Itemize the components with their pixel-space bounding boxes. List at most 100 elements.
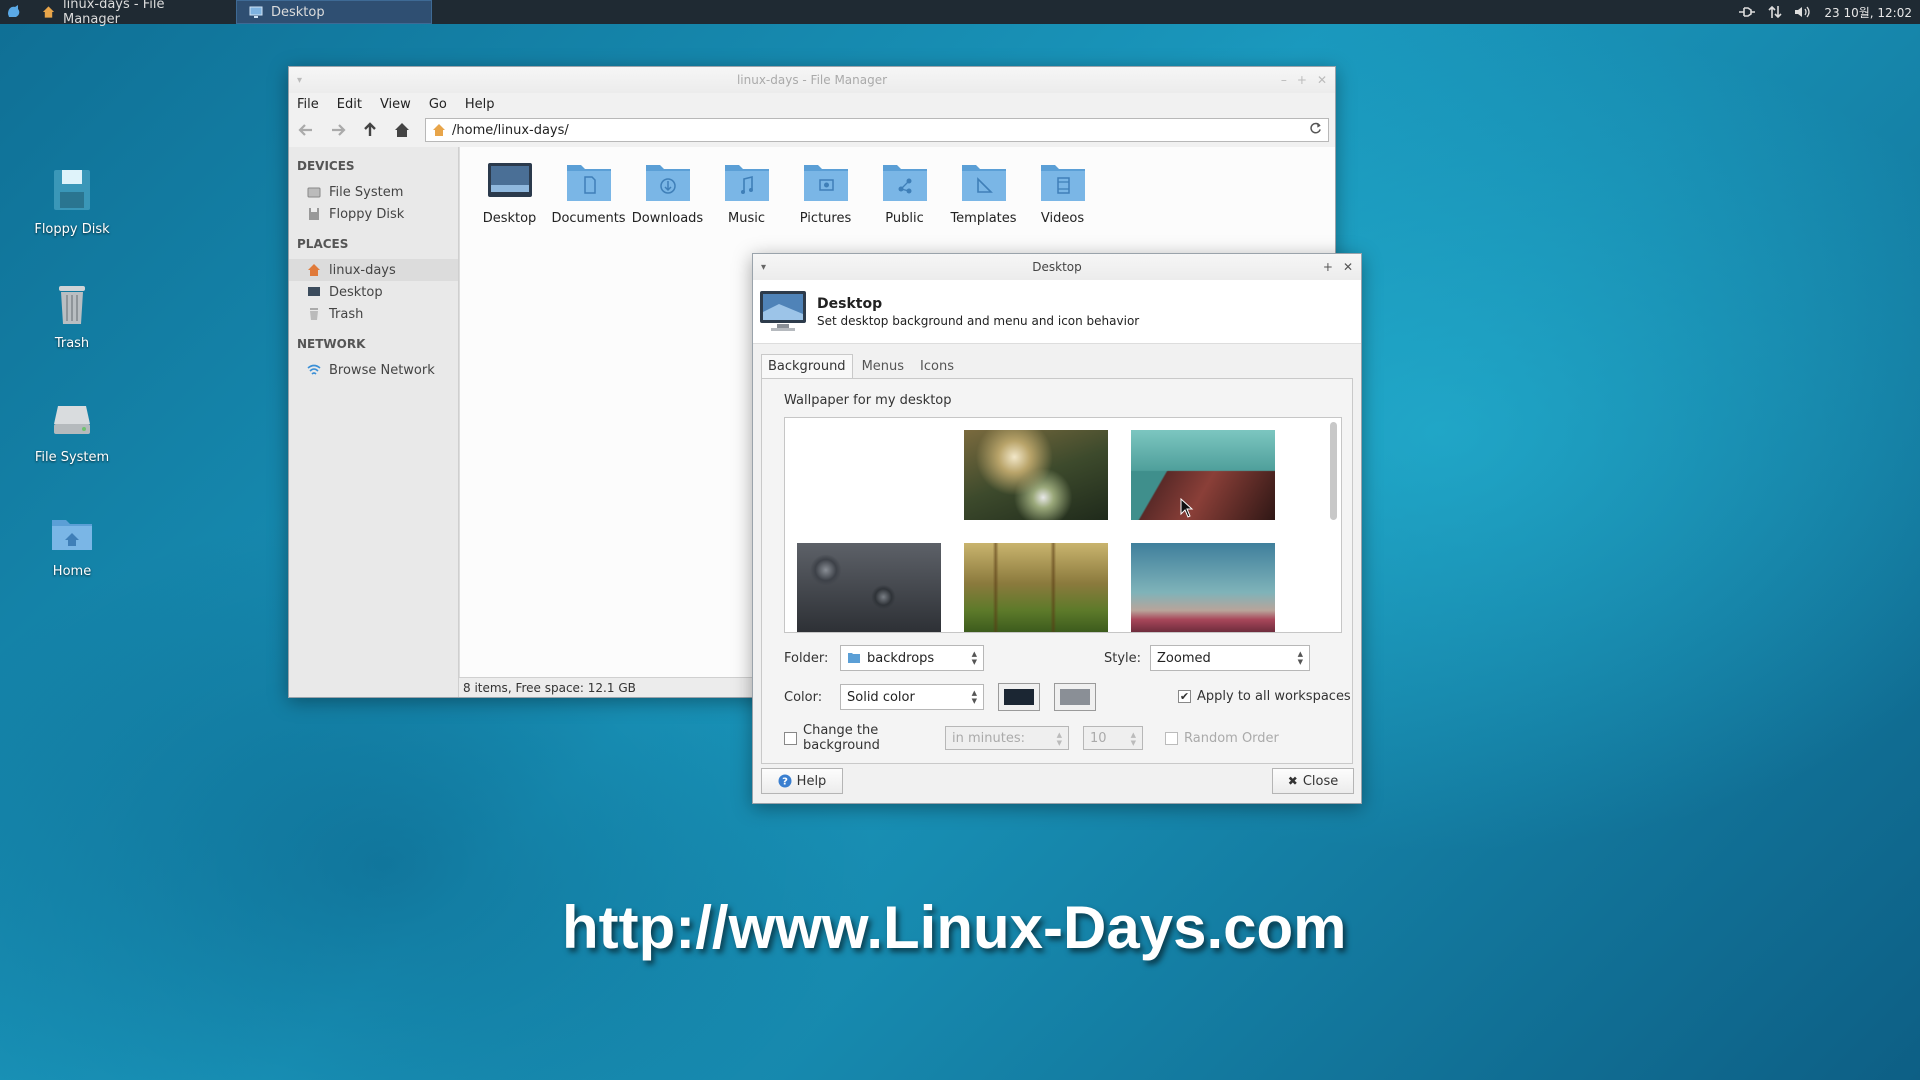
taskbar-desktop[interactable]: Desktop bbox=[236, 0, 432, 24]
random-order-checkbox[interactable] bbox=[1165, 731, 1178, 745]
maximize-icon[interactable]: + bbox=[1297, 73, 1307, 87]
interval-value: 10 bbox=[1090, 730, 1107, 746]
wallpaper-pebbles[interactable] bbox=[797, 543, 941, 632]
taskbar-file-manager[interactable]: linux-days - File Manager bbox=[30, 0, 226, 27]
folder-pictures[interactable]: Pictures bbox=[786, 161, 865, 226]
sidebar-item-label: linux-days bbox=[329, 262, 396, 278]
interval-spinner[interactable]: 10 ▲ ▼ bbox=[1083, 726, 1143, 750]
desktop-icon-label: Floppy Disk bbox=[34, 222, 110, 237]
apply-all-row[interactable]: ✔ Apply to all workspaces bbox=[1178, 689, 1351, 704]
trash-icon bbox=[59, 286, 85, 324]
change-bg-checkbox[interactable] bbox=[784, 731, 797, 745]
menu-view[interactable]: View bbox=[380, 97, 411, 112]
sidebar-item-file-system[interactable]: File System bbox=[289, 181, 458, 203]
back-button[interactable] bbox=[297, 121, 315, 139]
menu-help[interactable]: Help bbox=[465, 97, 495, 112]
desktop-icon-trash[interactable]: Trash bbox=[24, 280, 120, 351]
folder-desktop[interactable]: Desktop bbox=[470, 161, 549, 226]
tab-background[interactable]: Background bbox=[761, 354, 853, 378]
monitor-icon bbox=[249, 6, 263, 18]
close-button[interactable]: ✖ Close bbox=[1272, 768, 1354, 794]
spin-arrows-icon: ▲ ▼ bbox=[1297, 650, 1303, 666]
whisker-menu-button[interactable] bbox=[0, 0, 28, 24]
sidebar-item-label: Browse Network bbox=[329, 362, 435, 378]
sidebar-item-floppy-disk[interactable]: Floppy Disk bbox=[289, 203, 458, 225]
sidebar-item-desktop[interactable]: Desktop bbox=[289, 281, 458, 303]
home-button[interactable] bbox=[393, 121, 411, 139]
wallpaper-mountain[interactable] bbox=[1131, 430, 1275, 520]
wallpaper-flowers[interactable] bbox=[964, 430, 1108, 520]
sidebar-item-trash[interactable]: Trash bbox=[289, 303, 458, 325]
forward-button[interactable] bbox=[329, 121, 347, 139]
spin-arrows-icon: ▲ ▼ bbox=[971, 689, 977, 705]
volume-icon[interactable] bbox=[1794, 5, 1812, 19]
dialog-header: Desktop Set desktop background and menu … bbox=[753, 280, 1361, 344]
sidebar-section-places: PLACES bbox=[297, 237, 349, 251]
wallpaper-forest[interactable] bbox=[964, 543, 1108, 632]
apply-all-label: Apply to all workspaces bbox=[1197, 689, 1351, 704]
file-manager-titlebar[interactable]: ▾ linux-days - File Manager – + ✕ bbox=[289, 67, 1335, 93]
menu-go[interactable]: Go bbox=[429, 97, 447, 112]
window-menu-icon[interactable]: ▾ bbox=[297, 75, 302, 86]
desktop-monitor-icon bbox=[760, 290, 806, 331]
secondary-color-button[interactable] bbox=[1054, 683, 1096, 711]
up-button[interactable] bbox=[361, 121, 379, 139]
tab-icons[interactable]: Icons bbox=[913, 354, 961, 378]
wallpaper-list[interactable] bbox=[784, 417, 1342, 633]
desktop-icon-floppy[interactable]: Floppy Disk bbox=[24, 166, 120, 237]
wifi-icon bbox=[307, 364, 321, 375]
maximize-icon[interactable]: + bbox=[1323, 260, 1333, 274]
sidebar-section-devices: DEVICES bbox=[297, 159, 355, 173]
interval-unit-value: in minutes: bbox=[952, 730, 1025, 746]
close-icon[interactable]: ✕ bbox=[1317, 73, 1327, 87]
window-menu-icon[interactable]: ▾ bbox=[761, 262, 766, 273]
folder-downloads[interactable]: Downloads bbox=[628, 161, 707, 226]
status-text: 8 items, Free space: 12.1 GB bbox=[463, 680, 636, 695]
close-icon[interactable]: ✕ bbox=[1343, 260, 1353, 274]
desktop-settings-dialog: ▾ Desktop + ✕ Desktop Set desktop backgr… bbox=[752, 253, 1362, 804]
file-label: Pictures bbox=[799, 211, 852, 226]
desktop-icon-filesystem[interactable]: File System bbox=[24, 394, 120, 465]
wallpaper-scrollbar[interactable] bbox=[1330, 422, 1337, 520]
tab-menus[interactable]: Menus bbox=[855, 354, 911, 378]
color-mode-select[interactable]: Solid color ▲ ▼ bbox=[840, 684, 984, 710]
power-plug-icon[interactable] bbox=[1738, 5, 1756, 19]
folder-public[interactable]: Public bbox=[865, 161, 944, 226]
arrow-right-icon bbox=[332, 124, 346, 136]
home-folder-icon bbox=[52, 520, 92, 550]
minimize-icon[interactable]: – bbox=[1281, 73, 1287, 87]
color-mode-value: Solid color bbox=[847, 689, 915, 705]
help-button[interactable]: ? Help bbox=[761, 768, 843, 794]
desktop-folder-icon bbox=[487, 163, 532, 197]
sidebar-item-linux-days[interactable]: linux-days bbox=[289, 259, 458, 281]
file-label: Downloads bbox=[631, 211, 704, 226]
help-icon: ? bbox=[778, 774, 792, 788]
change-bg-row: Change the background in minutes: ▲ ▼ 10 … bbox=[784, 723, 1279, 753]
sidebar-item-browse-network[interactable]: Browse Network bbox=[289, 359, 458, 381]
file-label: Videos bbox=[1040, 211, 1085, 226]
interval-unit-select[interactable]: in minutes: ▲ ▼ bbox=[945, 726, 1069, 750]
folder-music[interactable]: Music bbox=[707, 161, 786, 226]
monitor-icon bbox=[308, 287, 320, 296]
folder-select[interactable]: backdrops ▲ ▼ bbox=[840, 645, 984, 671]
menu-edit[interactable]: Edit bbox=[337, 97, 362, 112]
folder-documents[interactable]: Documents bbox=[549, 161, 628, 226]
apply-all-checkbox[interactable]: ✔ bbox=[1178, 690, 1191, 703]
folder-videos[interactable]: Videos bbox=[1023, 161, 1102, 226]
style-select[interactable]: Zoomed ▲ ▼ bbox=[1150, 645, 1310, 671]
arrow-up-icon bbox=[364, 122, 376, 136]
network-transfer-icon[interactable] bbox=[1768, 5, 1782, 19]
reload-icon[interactable] bbox=[1309, 122, 1322, 139]
sidebar-item-label: Floppy Disk bbox=[329, 206, 405, 222]
home-icon bbox=[42, 6, 55, 18]
menu-file[interactable]: File bbox=[297, 97, 319, 112]
wallpaper-horizon[interactable] bbox=[1131, 543, 1275, 632]
folder-templates[interactable]: Templates bbox=[944, 161, 1023, 226]
desktop-icon-home[interactable]: Home bbox=[24, 508, 120, 579]
location-bar[interactable]: /home/linux-days/ bbox=[425, 118, 1329, 142]
primary-color-button[interactable] bbox=[998, 683, 1040, 711]
style-value: Zoomed bbox=[1157, 650, 1211, 666]
clock[interactable]: 23 10월, 12:02 bbox=[1824, 4, 1912, 21]
dialog-titlebar[interactable]: ▾ Desktop + ✕ bbox=[753, 254, 1361, 280]
primary-color-swatch bbox=[1004, 689, 1034, 705]
